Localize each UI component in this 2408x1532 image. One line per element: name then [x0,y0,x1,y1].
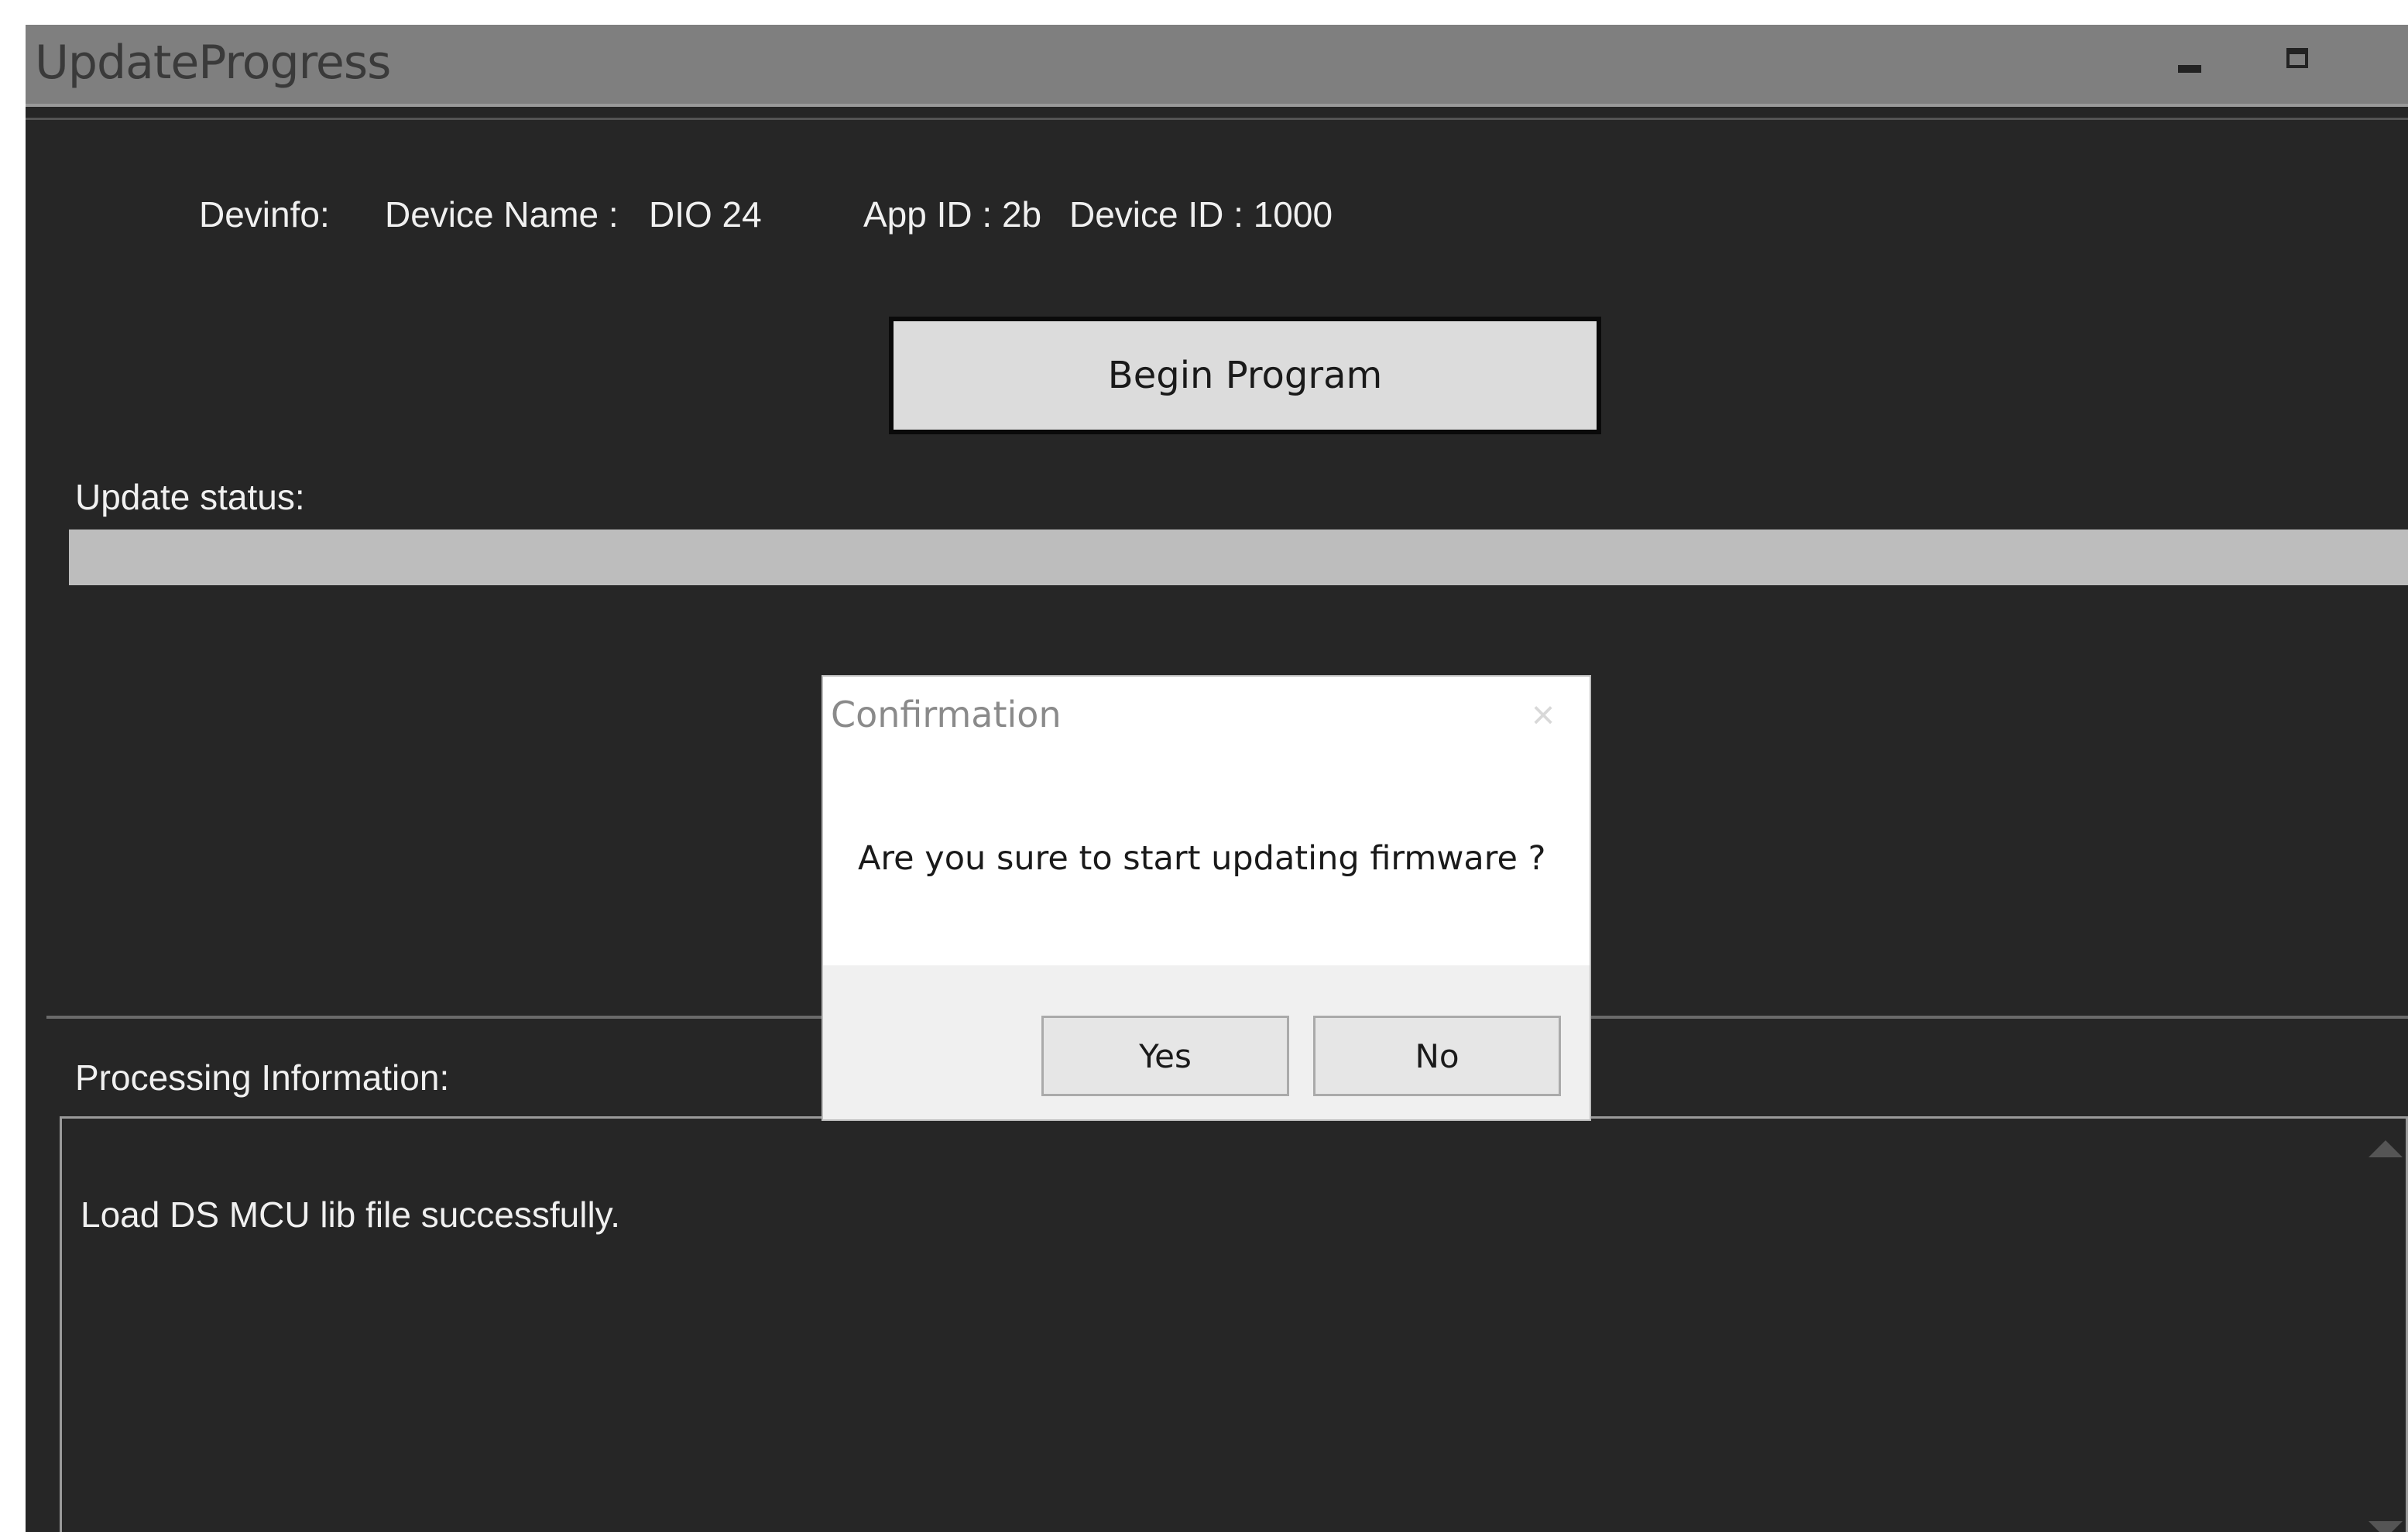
scroll-up-icon[interactable] [2369,1140,2403,1157]
yes-button[interactable]: Yes [1041,1016,1289,1096]
device-name-label: Device Name : [385,194,619,235]
processing-log-textbox[interactable]: Load DS MCU lib file successfully. [60,1116,2408,1532]
confirmation-dialog: Confirmation × Are you sure to start upd… [823,677,1590,1119]
window-title: UpdateProgress [35,36,391,90]
maximize-button[interactable] [2286,25,2379,102]
device-id-text: Device ID : 1000 [1069,194,1333,235]
update-progress-window: UpdateProgress Devinfo: Device Name : DI… [26,25,2408,1532]
title-bar-divider [26,118,2408,120]
minimize-icon [2178,65,2201,73]
update-progress-bar [69,530,2408,585]
dialog-message: Are you sure to start updating firmware … [858,839,1546,878]
device-name-value: DIO 24 [649,194,762,235]
begin-program-button[interactable]: Begin Program [889,317,1601,434]
dialog-button-bar: Yes No [823,965,1590,1119]
dialog-title: Confirmation [831,694,1062,735]
close-icon[interactable]: × [1528,695,1559,735]
title-bar[interactable]: UpdateProgress [26,25,2408,107]
app-id-text: App ID : 2b [863,194,1042,235]
devinfo-label: Devinfo: [199,194,330,235]
maximize-icon [2286,48,2308,68]
scroll-down-icon[interactable] [2369,1521,2403,1532]
minimize-button[interactable] [2178,25,2271,102]
no-button[interactable]: No [1313,1016,1561,1096]
processing-info-label: Processing Information: [75,1057,450,1098]
update-status-label: Update status: [75,477,305,517]
log-line: Load DS MCU lib file successfully. [81,1194,621,1235]
